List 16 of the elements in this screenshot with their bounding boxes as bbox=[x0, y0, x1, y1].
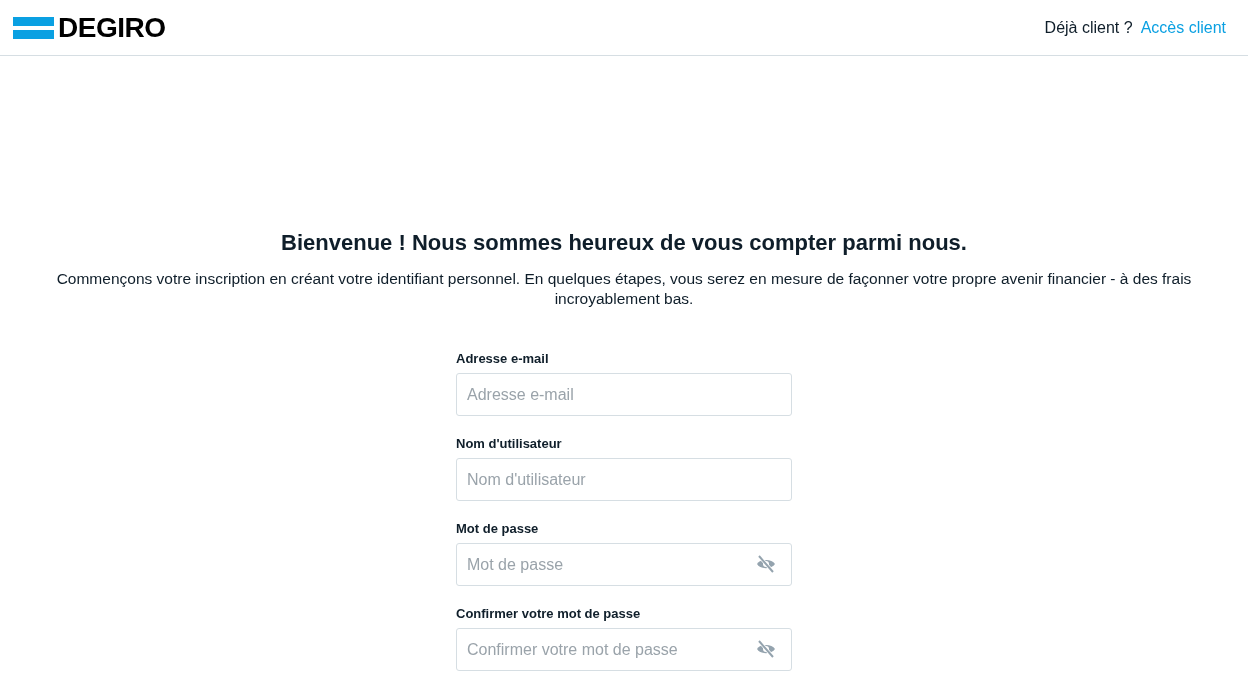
field-label: Confirmer votre mot de passe bbox=[456, 606, 641, 621]
client-prompt: Déjà client ? bbox=[1044, 18, 1133, 37]
hidden-eye-icon[interactable] bbox=[756, 555, 776, 573]
password-field[interactable]: Mot de passe bbox=[456, 543, 792, 586]
password-field[interactable]: Confirmer votre mot de passe bbox=[456, 628, 792, 671]
logo-text: DEGIRO bbox=[58, 11, 166, 44]
text-field[interactable]: Adresse e-mail bbox=[456, 373, 792, 416]
field-label: Mot de passe bbox=[456, 521, 539, 536]
welcome-heading: Bienvenue ! Nous sommes heureux de vous compter parmi nous. bbox=[280, 230, 968, 256]
field-label: Adresse e-mail bbox=[456, 351, 549, 366]
hidden-eye-icon[interactable] bbox=[756, 640, 776, 658]
intro-text: Commençons votre inscription en créant votre identifiant personnel. En quelques étapes, vous serez en mesure de façonner votre propre avenir financier - à des frais incroyablement bas. bbox=[55, 269, 1193, 309]
logo-stripes-icon bbox=[13, 15, 54, 40]
field-label: Nom d'utilisateur bbox=[456, 436, 562, 451]
login-link[interactable]: Accès client bbox=[1140, 18, 1226, 37]
text-field[interactable]: Nom d'utilisateur bbox=[456, 458, 792, 501]
